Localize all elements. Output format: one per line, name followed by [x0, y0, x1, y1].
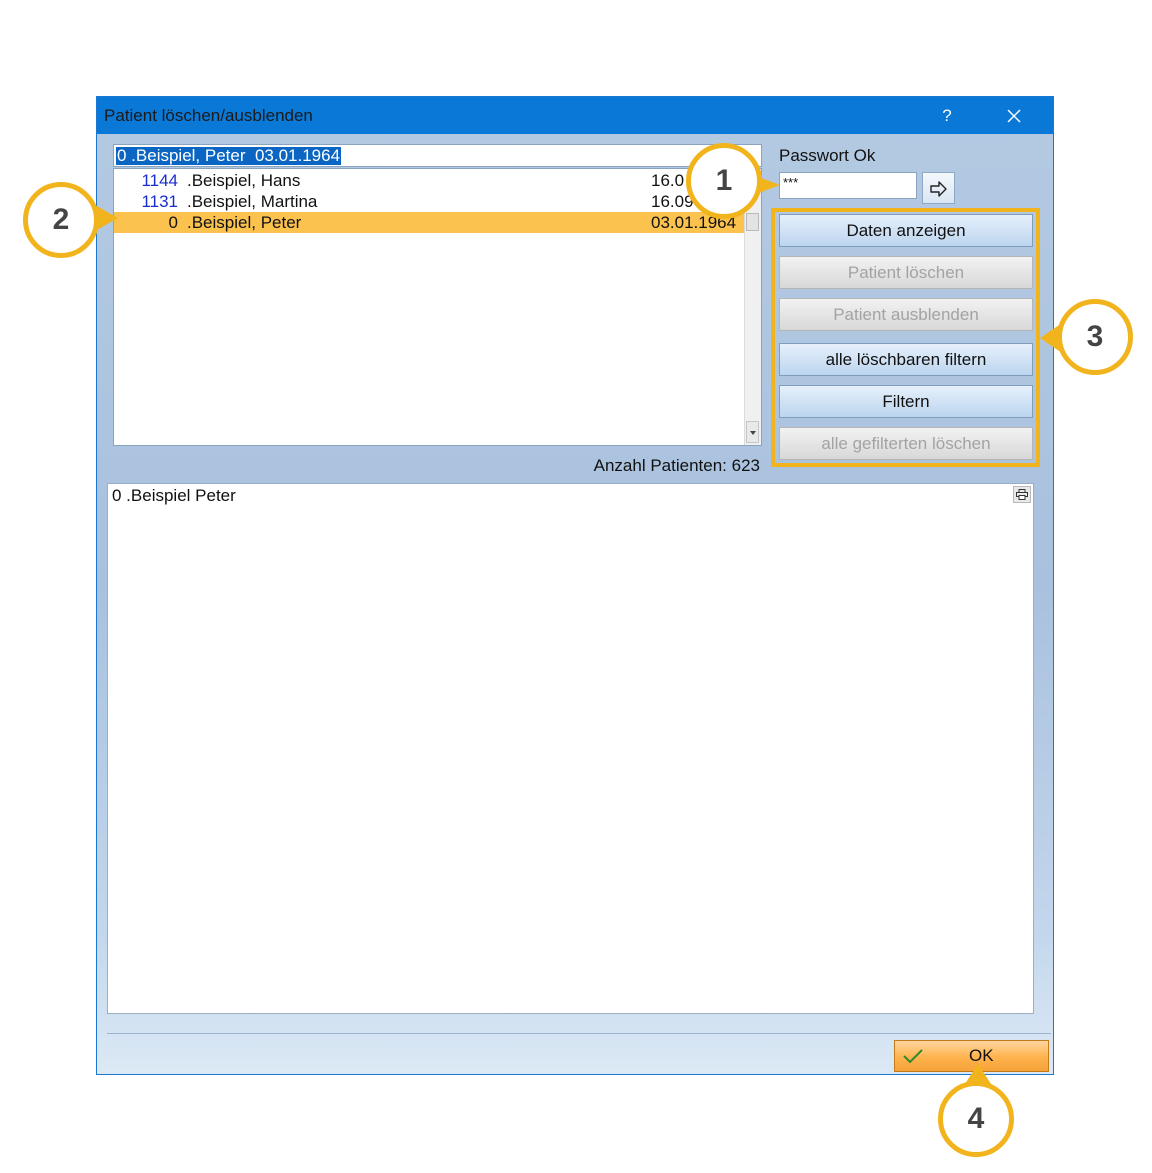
patient-name: .Beispiel, Hans	[187, 171, 301, 190]
patient-number: 1144	[141, 171, 178, 190]
chevron-down-icon	[750, 431, 756, 435]
combo-selected-text[interactable]: 0 .Beispiel, Peter 03.01.1964	[116, 147, 342, 165]
list-item[interactable]: 1144 .Beispiel, Hans 16.0	[114, 170, 745, 191]
patient-name: .Beispiel, Peter	[187, 213, 302, 232]
window-title: Patient löschen/ausblenden	[104, 106, 313, 125]
patient-date: 16.09	[651, 192, 694, 211]
patient-number: 1131	[141, 192, 178, 211]
close-icon	[1007, 109, 1021, 123]
detail-panel[interactable]: 0 .Beispiel Peter	[107, 483, 1034, 1014]
patient-number: 0	[168, 213, 178, 232]
detail-text: 0 .Beispiel Peter	[112, 486, 236, 505]
scroll-down-button[interactable]	[746, 421, 759, 443]
list-item[interactable]: 1131 .Beispiel, Martina 16.09	[114, 191, 745, 212]
patient-list[interactable]: 1144 .Beispiel, Hans 16.0 1131 .Beispiel…	[113, 168, 762, 446]
print-button[interactable]	[1013, 486, 1031, 503]
checkmark-icon	[903, 1049, 923, 1064]
patient-search-combo[interactable]: 0 .Beispiel, Peter 03.01.1964	[113, 144, 762, 167]
footer-divider	[107, 1033, 1051, 1034]
help-button[interactable]: ?	[932, 97, 962, 134]
close-button[interactable]	[992, 97, 1042, 134]
arrow-right-icon	[930, 181, 947, 197]
list-item-selected[interactable]: 0 .Beispiel, Peter 03.01.1964	[114, 212, 745, 233]
password-field[interactable]: ***	[779, 172, 917, 199]
callout-1: 1	[686, 143, 762, 219]
callout-4: 4	[938, 1081, 1014, 1157]
printer-icon	[1016, 489, 1028, 500]
scrollbar-thumb[interactable]	[746, 213, 759, 231]
callout-2: 2	[23, 182, 99, 258]
callout-3: 3	[1057, 299, 1133, 375]
patient-name: .Beispiel, Martina	[187, 192, 318, 211]
actions-highlight-box	[771, 208, 1040, 467]
password-label: Passwort Ok	[779, 146, 876, 165]
password-submit-button[interactable]	[922, 172, 955, 204]
title-bar[interactable]: Patient löschen/ausblenden ?	[97, 97, 1053, 134]
patient-date: 16.0	[651, 171, 685, 190]
patient-count: Anzahl Patienten: 623	[593, 456, 760, 475]
